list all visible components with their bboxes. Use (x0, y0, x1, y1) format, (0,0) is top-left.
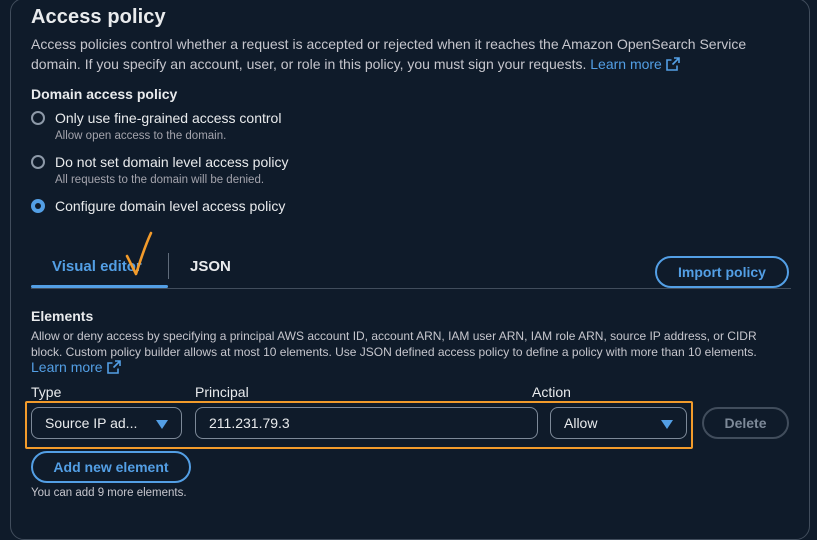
section-description: Access policies control whether a reques… (31, 34, 791, 74)
add-new-element-button[interactable]: Add new element (31, 451, 191, 483)
elements-label: Elements (31, 308, 94, 324)
radio-button-selected[interactable] (31, 199, 45, 213)
radio-label: Only use fine-grained access control (55, 110, 282, 126)
elements-learn-more-link[interactable]: Learn more (31, 359, 121, 375)
radio-configure-policy[interactable]: Configure domain level access policy (31, 198, 285, 215)
tab-divider (168, 253, 169, 279)
radio-hint: Allow open access to the domain. (55, 130, 227, 142)
radio-hint: All requests to the domain will be denie… (55, 174, 265, 186)
type-column-label: Type (31, 384, 62, 400)
principal-column-label: Principal (195, 384, 249, 400)
radio-fine-grained[interactable]: Only use fine-grained access control All… (31, 110, 281, 142)
radio-label: Do not set domain level access policy (55, 154, 289, 170)
import-policy-button[interactable]: Import policy (655, 256, 789, 288)
action-column-label: Action (532, 384, 571, 400)
external-link-icon (106, 360, 121, 374)
radio-no-policy[interactable]: Do not set domain level access policy Al… (31, 154, 288, 186)
tab-json[interactable]: JSON (190, 258, 231, 275)
annotation-highlight-box (25, 401, 693, 449)
learn-more-link[interactable]: Learn more (590, 56, 680, 72)
elements-description: Allow or deny access by specifying a pri… (31, 329, 757, 359)
radio-button[interactable] (31, 111, 45, 125)
domain-access-policy-label: Domain access policy (31, 86, 178, 102)
radio-label: Configure domain level access policy (55, 198, 286, 214)
external-link-icon (666, 57, 680, 71)
checkmark-annotation-icon (125, 231, 153, 276)
delete-button[interactable]: Delete (702, 407, 789, 439)
tabs-baseline (31, 288, 791, 289)
remaining-elements-text: You can add 9 more elements. (31, 487, 187, 499)
radio-button[interactable] (31, 155, 45, 169)
section-title: Access policy (31, 6, 166, 28)
